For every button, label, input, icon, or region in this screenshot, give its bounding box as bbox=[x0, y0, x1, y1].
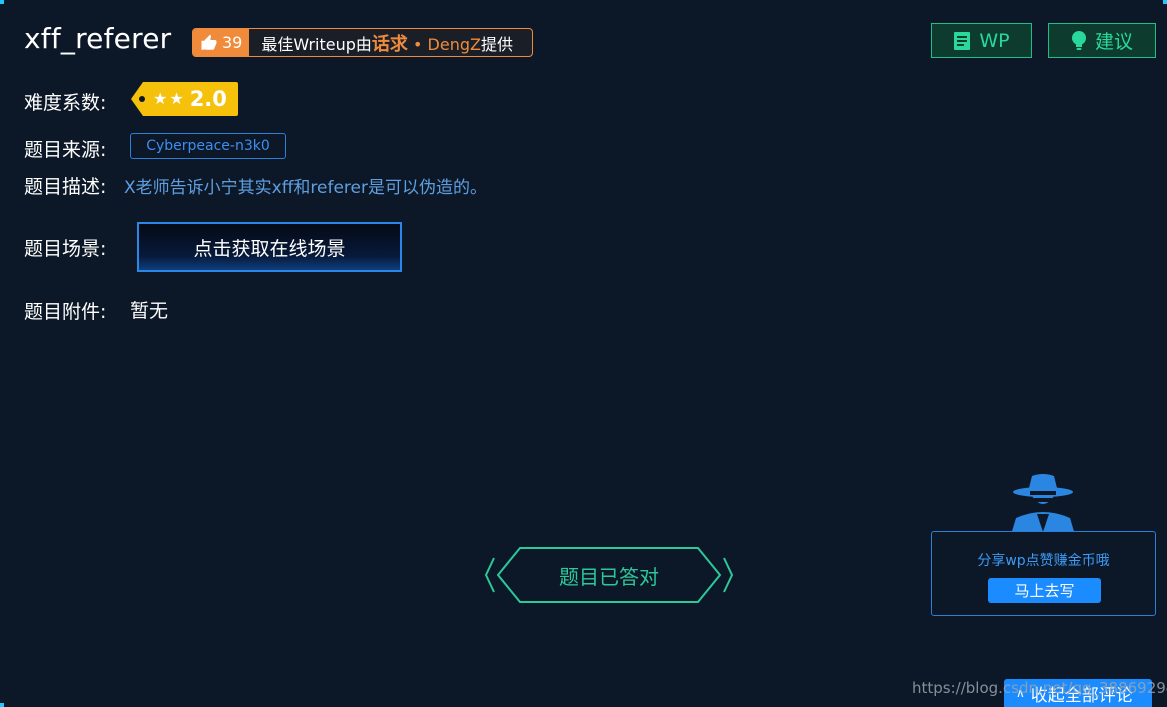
spy-mascot-icon bbox=[1010, 474, 1076, 538]
description-label: 题目描述: bbox=[24, 176, 107, 198]
get-scene-button[interactable]: 点击获取在线场景 bbox=[137, 222, 402, 272]
suggestion-button-label: 建议 bbox=[1094, 31, 1133, 53]
wp-button-label: WP bbox=[979, 29, 1010, 52]
document-icon bbox=[954, 31, 971, 50]
suggestion-button[interactable]: 建议 bbox=[1048, 23, 1156, 58]
scene-label: 题目场景: bbox=[24, 238, 107, 260]
corner-marker bbox=[0, 703, 4, 707]
challenge-title: xff_referer bbox=[24, 22, 172, 55]
writeup-suffix: 提供 bbox=[480, 34, 513, 54]
difficulty-label: 难度系数: bbox=[24, 92, 107, 114]
like-count: 39 bbox=[222, 33, 243, 52]
best-writeup-badge[interactable]: 39 最佳Writeup由话求 • DengZ提供 bbox=[192, 28, 533, 57]
tag-hole bbox=[139, 96, 145, 102]
thumbs-up-icon bbox=[201, 34, 217, 50]
challenge-page: xff_referer 39 最佳Writeup由话求 • DengZ提供 WP bbox=[0, 0, 1167, 707]
lightbulb-icon bbox=[1071, 30, 1086, 50]
star-icon: ★ bbox=[153, 89, 168, 108]
writeup-author[interactable]: DengZ bbox=[428, 35, 481, 54]
wp-button[interactable]: WP bbox=[931, 23, 1032, 58]
difficulty-score: 2.0 bbox=[189, 87, 227, 111]
writeup-credit: 最佳Writeup由话求 • DengZ提供 bbox=[249, 30, 513, 56]
writeup-separator: • bbox=[413, 34, 423, 54]
solved-label: 题目已答对 bbox=[559, 564, 659, 589]
share-writeup-card: 分享wp点赞赚金币哦 马上去写 bbox=[931, 531, 1156, 616]
writeup-prefix: 最佳Writeup由 bbox=[261, 34, 372, 54]
write-now-button[interactable]: 马上去写 bbox=[988, 578, 1101, 603]
source-label: 题目来源: bbox=[24, 139, 107, 161]
description-text: X老师告诉小宁其实xff和referer是可以伪造的。 bbox=[124, 178, 488, 198]
source-tag[interactable]: Cyberpeace-n3k0 bbox=[130, 133, 286, 159]
solved-status: 题目已答对 bbox=[484, 546, 734, 604]
corner-marker bbox=[1163, 0, 1167, 4]
like-counter[interactable]: 39 bbox=[193, 29, 250, 56]
star-icon: ★ bbox=[169, 89, 184, 108]
url-watermark: https://blog.csdn.net/qq_38869294 bbox=[912, 679, 1167, 697]
attachment-value: 暂无 bbox=[130, 300, 169, 322]
corner-marker bbox=[0, 0, 4, 4]
writeup-team: 话求 bbox=[371, 33, 408, 55]
share-prompt: 分享wp点赞赚金币哦 bbox=[977, 553, 1110, 569]
difficulty-tag: ★ ★ 2.0 bbox=[131, 82, 238, 116]
attachment-label: 题目附件: bbox=[24, 301, 107, 323]
